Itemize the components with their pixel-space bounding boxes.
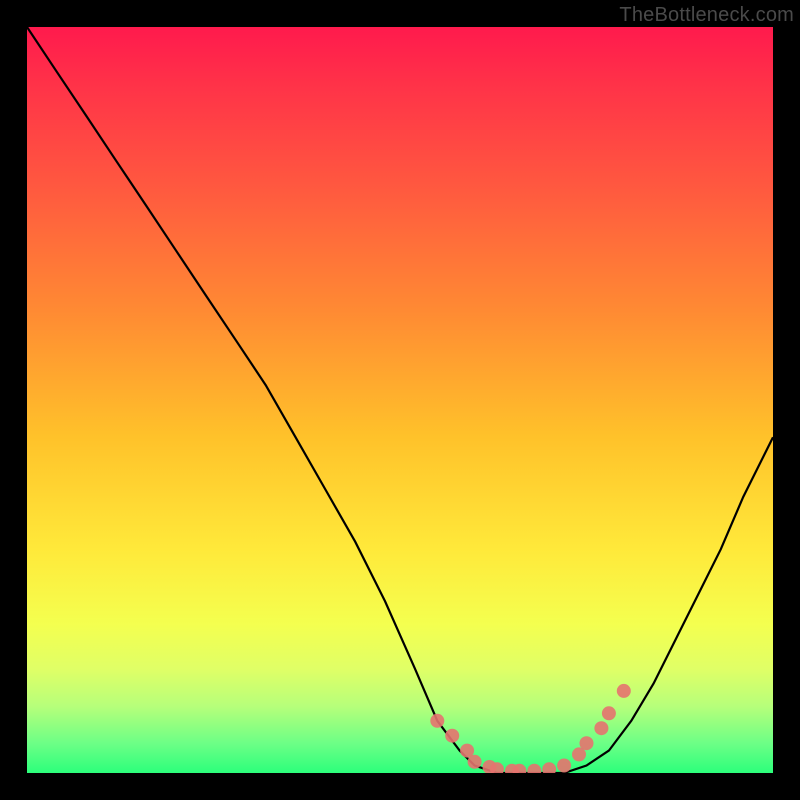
highlight-point: [542, 762, 556, 773]
plot-area: [27, 27, 773, 773]
highlight-point: [617, 684, 631, 698]
highlight-point: [468, 755, 482, 769]
highlight-point: [430, 714, 444, 728]
highlight-point: [527, 764, 541, 773]
highlight-point: [580, 736, 594, 750]
bottleneck-curve: [27, 27, 773, 773]
chart-frame: TheBottleneck.com: [0, 0, 800, 800]
attribution-text: TheBottleneck.com: [619, 4, 794, 27]
curve-layer: [27, 27, 773, 773]
highlight-point: [594, 721, 608, 735]
highlight-point: [602, 706, 616, 720]
highlight-point: [557, 759, 571, 773]
marker-layer: [430, 684, 631, 773]
highlight-point: [445, 729, 459, 743]
chart-svg: [27, 27, 773, 773]
